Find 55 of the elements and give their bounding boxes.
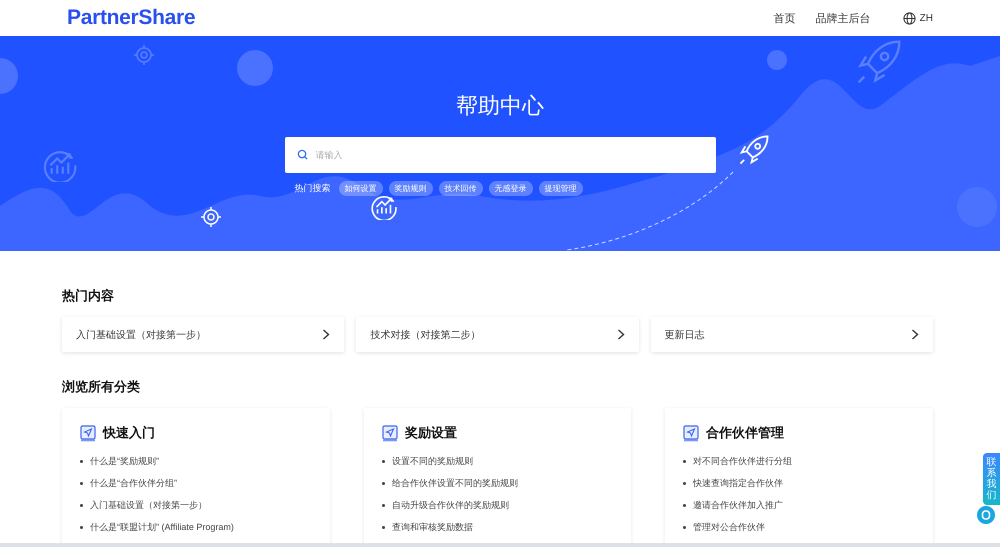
article-link[interactable]: 管理对公合作伙伴 bbox=[693, 520, 765, 534]
article-link[interactable]: 自动升级合作伙伴的奖励规则 bbox=[392, 498, 509, 512]
nav-link[interactable]: 首页 bbox=[774, 10, 796, 26]
article-title: 更新日志 bbox=[664, 328, 705, 342]
bullet-dot bbox=[382, 504, 385, 506]
search-field[interactable]: 请输入 bbox=[284, 137, 716, 173]
book-send-icon bbox=[80, 424, 96, 442]
category-title: 快速入门 bbox=[103, 424, 155, 442]
language-selector[interactable]: ZH bbox=[920, 12, 933, 24]
article-link[interactable]: 对不同合作伙伴进行分组 bbox=[693, 454, 792, 468]
bullet-dot bbox=[80, 460, 83, 462]
hot-search-label: 热门搜索 bbox=[294, 182, 330, 195]
target-icon bbox=[133, 44, 155, 66]
bullet-dot bbox=[683, 526, 686, 528]
article-link[interactable]: 邀请合作伙伴加入推广 bbox=[693, 498, 783, 512]
chat-icon[interactable] bbox=[977, 506, 995, 524]
article-link[interactable]: 什么是“合作伙伴分组” bbox=[90, 476, 177, 490]
article-link[interactable]: 入门基础设置（对接第一步） bbox=[90, 498, 207, 512]
page-title: 帮助中心 bbox=[456, 92, 544, 120]
chevron-right-icon bbox=[616, 329, 625, 340]
bullet-dot bbox=[382, 526, 385, 528]
logo[interactable]: PartnerShare bbox=[67, 6, 196, 30]
article-link[interactable]: 快速查询指定合作伙伴 bbox=[693, 476, 783, 490]
article-card[interactable]: 技术对接（对接第二步） bbox=[356, 317, 639, 352]
bullet-dot bbox=[683, 482, 686, 484]
article-link[interactable]: 查询和审核奖励数据 bbox=[392, 520, 473, 534]
nav-link[interactable]: 品牌主后台 bbox=[816, 10, 871, 26]
article-title: 技术对接（对接第二步） bbox=[370, 328, 480, 342]
rocket-icon bbox=[738, 134, 770, 166]
article-link[interactable]: 给合作伙伴设置不同的奖励规则 bbox=[392, 476, 518, 490]
book-send-icon bbox=[382, 424, 398, 442]
bullet-dot bbox=[80, 482, 83, 484]
bullet-dot bbox=[683, 504, 686, 506]
target-icon bbox=[200, 206, 222, 228]
article-card[interactable]: 更新日志 bbox=[650, 317, 933, 352]
search-icon bbox=[296, 149, 308, 160]
chevron-right-icon bbox=[911, 329, 919, 340]
category-title: 奖励设置 bbox=[405, 424, 457, 442]
bullet-dot bbox=[382, 460, 385, 462]
bullet-dot bbox=[80, 504, 83, 506]
bullet-dot bbox=[382, 482, 385, 484]
section-heading: 热门内容 bbox=[62, 287, 115, 305]
bullet-dot bbox=[683, 460, 686, 462]
article-card[interactable]: 入门基础设置（对接第一步） bbox=[62, 317, 344, 352]
section-heading: 浏览所有分类 bbox=[62, 378, 141, 396]
article-title: 入门基础设置（对接第一步） bbox=[76, 328, 206, 342]
article-link[interactable]: 什么是“联盟计划” (Affiliate Program) bbox=[90, 520, 234, 534]
rocket-icon bbox=[855, 38, 903, 86]
chevron-right-icon bbox=[322, 329, 330, 340]
category-title: 合作伙伴管理 bbox=[706, 424, 784, 442]
book-send-icon bbox=[683, 424, 699, 442]
globe-icon[interactable] bbox=[902, 12, 916, 24]
article-link[interactable]: 设置不同的奖励规则 bbox=[392, 454, 473, 468]
bullet-dot bbox=[80, 526, 83, 528]
article-link[interactable]: 什么是“奖励规则” bbox=[90, 454, 159, 468]
